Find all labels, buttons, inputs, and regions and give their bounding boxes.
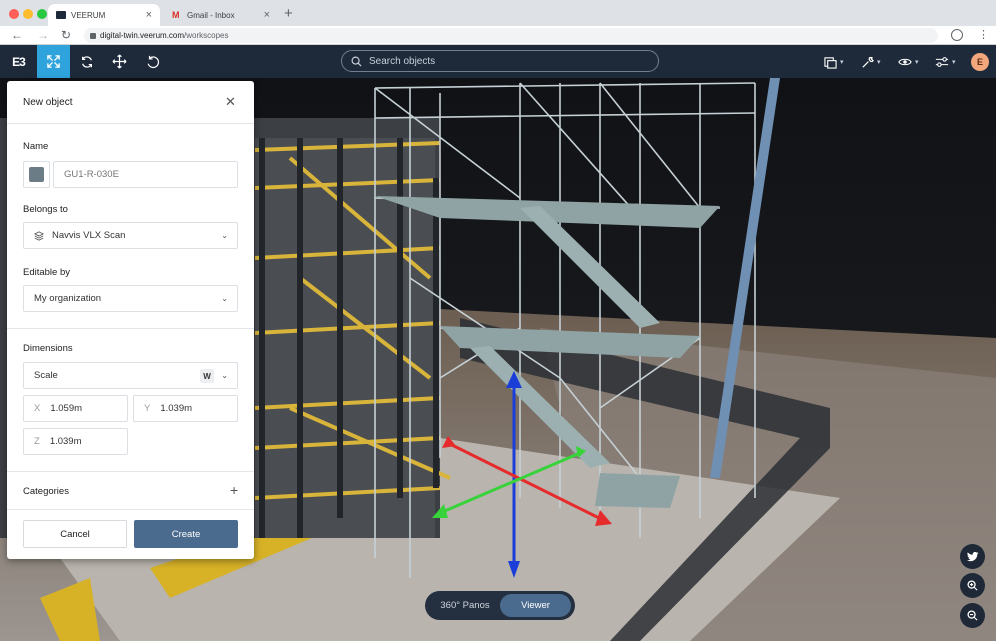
expand-icon — [47, 55, 60, 68]
close-tab-icon[interactable]: × — [264, 9, 270, 21]
maximize-window-icon[interactable] — [37, 9, 47, 19]
url-field[interactable]: digital-twin.veerum.com /workscopes — [84, 28, 938, 43]
add-category-icon[interactable]: + — [230, 482, 238, 498]
chevron-down-icon: ⌄ — [221, 371, 228, 380]
lock-icon — [90, 32, 96, 39]
twitter-icon — [966, 551, 978, 561]
chevron-down-icon: ▾ — [952, 59, 956, 66]
editable-by-select[interactable]: My organization ⌄ — [23, 285, 238, 312]
color-swatch — [29, 167, 44, 182]
belongs-to-label: Belongs to — [23, 204, 68, 215]
categories-label: Categories — [23, 486, 69, 497]
editable-by-label: Editable by — [23, 267, 71, 278]
sliders-icon — [935, 57, 949, 67]
name-input[interactable] — [53, 161, 238, 188]
browser-menu-icon[interactable]: ⋮ — [978, 28, 989, 41]
world-space-badge[interactable]: W — [200, 369, 214, 383]
z-dimension-input[interactable]: Z 1.039m — [23, 428, 128, 455]
app-toolbar: E3 Search objects ▾ ▾ ▾ ▾ E — [0, 45, 996, 78]
user-avatar[interactable]: E — [971, 53, 989, 71]
x-value: 1.059m — [50, 403, 83, 414]
minimize-window-icon[interactable] — [23, 9, 33, 19]
zoom-out-icon — [967, 610, 978, 621]
tab-label: VEERUM — [71, 10, 106, 20]
search-objects-input[interactable]: Search objects — [341, 50, 659, 72]
belongs-to-value: Navvis VLX Scan — [52, 230, 126, 241]
panos-view-button[interactable]: 360° Panos — [431, 594, 499, 617]
sync-tool-button[interactable] — [70, 45, 103, 78]
search-placeholder: Search objects — [369, 55, 436, 67]
undo-tool-button[interactable] — [136, 45, 169, 78]
forward-arrow-icon[interactable]: → — [37, 28, 49, 42]
y-axis-label: Y — [144, 403, 151, 414]
name-label: Name — [23, 141, 49, 152]
expand-tool-button[interactable] — [37, 45, 70, 78]
chevron-down-icon: ⌄ — [221, 231, 228, 240]
close-window-icon[interactable] — [9, 9, 19, 19]
chevron-down-icon: ▾ — [840, 59, 844, 66]
wrench-icon — [862, 56, 874, 68]
panel-title: New object — [23, 97, 73, 108]
divider — [7, 328, 254, 329]
new-object-panel: New object ✕ Name Belongs to Navvis VLX … — [7, 81, 254, 559]
eye-icon — [898, 58, 912, 66]
undo-icon — [147, 55, 159, 68]
zoom-out-button[interactable] — [960, 603, 985, 628]
scale-value: Scale — [34, 370, 58, 381]
chevron-down-icon: ▾ — [877, 59, 881, 66]
chevron-down-icon: ⌄ — [221, 294, 228, 303]
browser-profile-icon[interactable] — [951, 29, 963, 41]
url-host: digital-twin.veerum.com — [100, 31, 185, 40]
view-mode-toggle: 360° Panos Viewer — [425, 591, 575, 620]
twitter-share-button[interactable] — [960, 544, 985, 569]
browser-tab-veerum[interactable]: VEERUM × — [48, 4, 160, 26]
cancel-button[interactable]: Cancel — [23, 520, 127, 548]
back-arrow-icon[interactable]: ← — [11, 28, 23, 42]
visibility-menu-button[interactable]: ▾ — [898, 54, 919, 70]
gmail-favicon-icon: M — [172, 10, 180, 20]
zoom-in-icon — [967, 580, 978, 591]
close-icon[interactable]: ✕ — [225, 94, 236, 110]
sync-icon — [81, 55, 92, 68]
divider — [7, 509, 254, 510]
tab-label: Gmail - Inbox — [187, 10, 235, 20]
layers-menu-button[interactable]: ▾ — [824, 54, 844, 70]
x-axis-label: X — [34, 403, 41, 414]
search-icon — [351, 56, 362, 67]
viewer-view-button[interactable]: Viewer — [500, 594, 571, 617]
app-logo[interactable]: E3 — [0, 45, 37, 78]
color-swatch-button[interactable] — [23, 161, 50, 188]
x-dimension-input[interactable]: X 1.059m — [23, 395, 128, 422]
zoom-in-button[interactable] — [960, 573, 985, 598]
url-path: /workscopes — [184, 31, 229, 40]
editable-by-value: My organization — [34, 293, 102, 304]
chevron-down-icon: ▾ — [915, 59, 919, 66]
divider — [7, 471, 254, 472]
new-tab-icon[interactable]: + — [284, 5, 293, 22]
move-arrows-icon — [112, 54, 127, 69]
browser-tab-gmail[interactable]: M Gmail - Inbox × — [164, 4, 278, 26]
scale-select[interactable]: Scale W ⌄ — [23, 362, 238, 389]
belongs-to-select[interactable]: Navvis VLX Scan ⌄ — [23, 222, 238, 249]
veerum-favicon-icon — [56, 11, 66, 19]
y-value: 1.039m — [160, 403, 193, 414]
close-tab-icon[interactable]: × — [146, 9, 152, 21]
z-axis-label: Z — [34, 436, 40, 447]
create-button[interactable]: Create — [134, 520, 238, 548]
dimensions-label: Dimensions — [23, 343, 73, 354]
reload-icon[interactable]: ↻ — [61, 28, 71, 42]
layers-stack-icon — [34, 230, 44, 241]
divider — [7, 123, 254, 124]
address-bar: ← → ↻ digital-twin.veerum.com /workscope… — [0, 26, 996, 45]
settings-menu-button[interactable]: ▾ — [935, 54, 956, 70]
tools-menu-button[interactable]: ▾ — [861, 54, 881, 70]
browser-tab-bar: VEERUM × M Gmail - Inbox × + — [0, 0, 996, 26]
z-value: 1.039m — [49, 436, 82, 447]
y-dimension-input[interactable]: Y 1.039m — [133, 395, 238, 422]
move-tool-button[interactable] — [103, 45, 136, 78]
layers-icon — [824, 56, 837, 69]
